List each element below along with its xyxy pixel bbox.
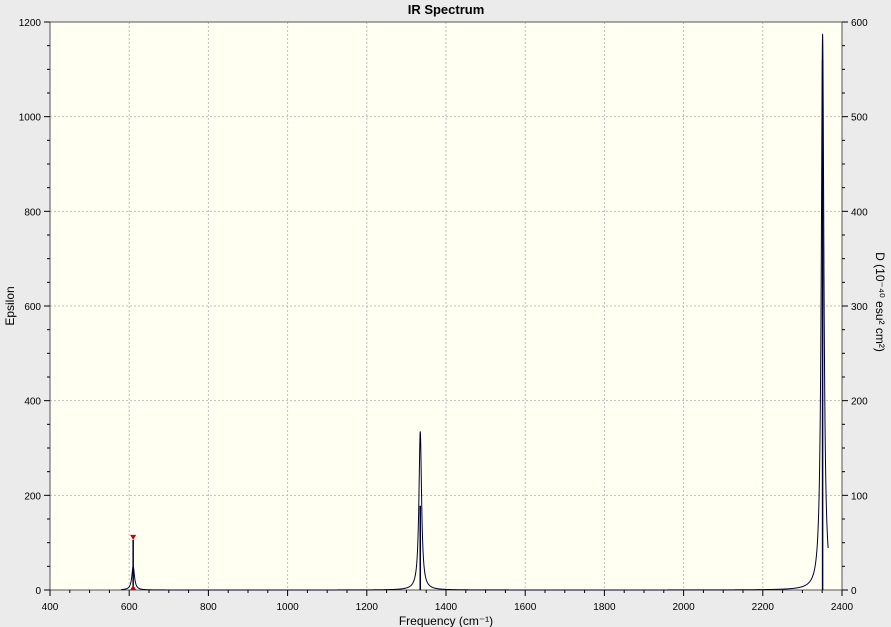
chart-canvas: 400 600 800 1000 1200 1400 1600 1800 2000 2200 240… [3, 2, 887, 627]
ir-spectrum-chart: 400 600 800 1000 1200 1400 1600 1800 2000 2200 240… [0, 0, 891, 627]
y2-tick-label: 300 [851, 302, 868, 313]
chart-title: IR Spectrum [408, 2, 485, 17]
y-tick-label: 1000 [19, 113, 42, 124]
x-tick-label: 600 [121, 602, 138, 613]
x-tick-label: 1800 [593, 602, 616, 613]
y-tick-label: 800 [24, 207, 41, 218]
y2-tick-label: 100 [851, 491, 868, 502]
y-tick-label: 600 [24, 302, 41, 313]
x-tick-label: 2200 [752, 602, 775, 613]
y2-axis-title: D (10⁻⁴⁰ esu² cm²) [873, 252, 887, 352]
y-tick-label: 1200 [19, 18, 42, 29]
x-tick-label: 2000 [672, 602, 695, 613]
y2-tick-label: 200 [851, 397, 868, 408]
y-axis-title: Epsilon [3, 286, 17, 325]
x-tick-label: 2400 [831, 602, 854, 613]
x-tick-label: 800 [200, 602, 217, 613]
x-tick-label: 400 [42, 602, 59, 613]
x-tick-label: 1200 [356, 602, 379, 613]
y2-tick-label: 0 [851, 586, 857, 597]
y2-tick-label: 600 [851, 18, 868, 29]
y2-tick-label: 500 [851, 113, 868, 124]
x-tick-label: 1600 [514, 602, 537, 613]
x-tick-label: 1000 [276, 602, 299, 613]
y-tick-label: 400 [24, 397, 41, 408]
x-axis-title: Frequency (cm⁻¹) [399, 614, 493, 627]
y-tick-label: 0 [35, 586, 41, 597]
y-tick-label: 200 [24, 491, 41, 502]
x-tick-label: 1400 [435, 602, 458, 613]
y2-tick-label: 400 [851, 207, 868, 218]
